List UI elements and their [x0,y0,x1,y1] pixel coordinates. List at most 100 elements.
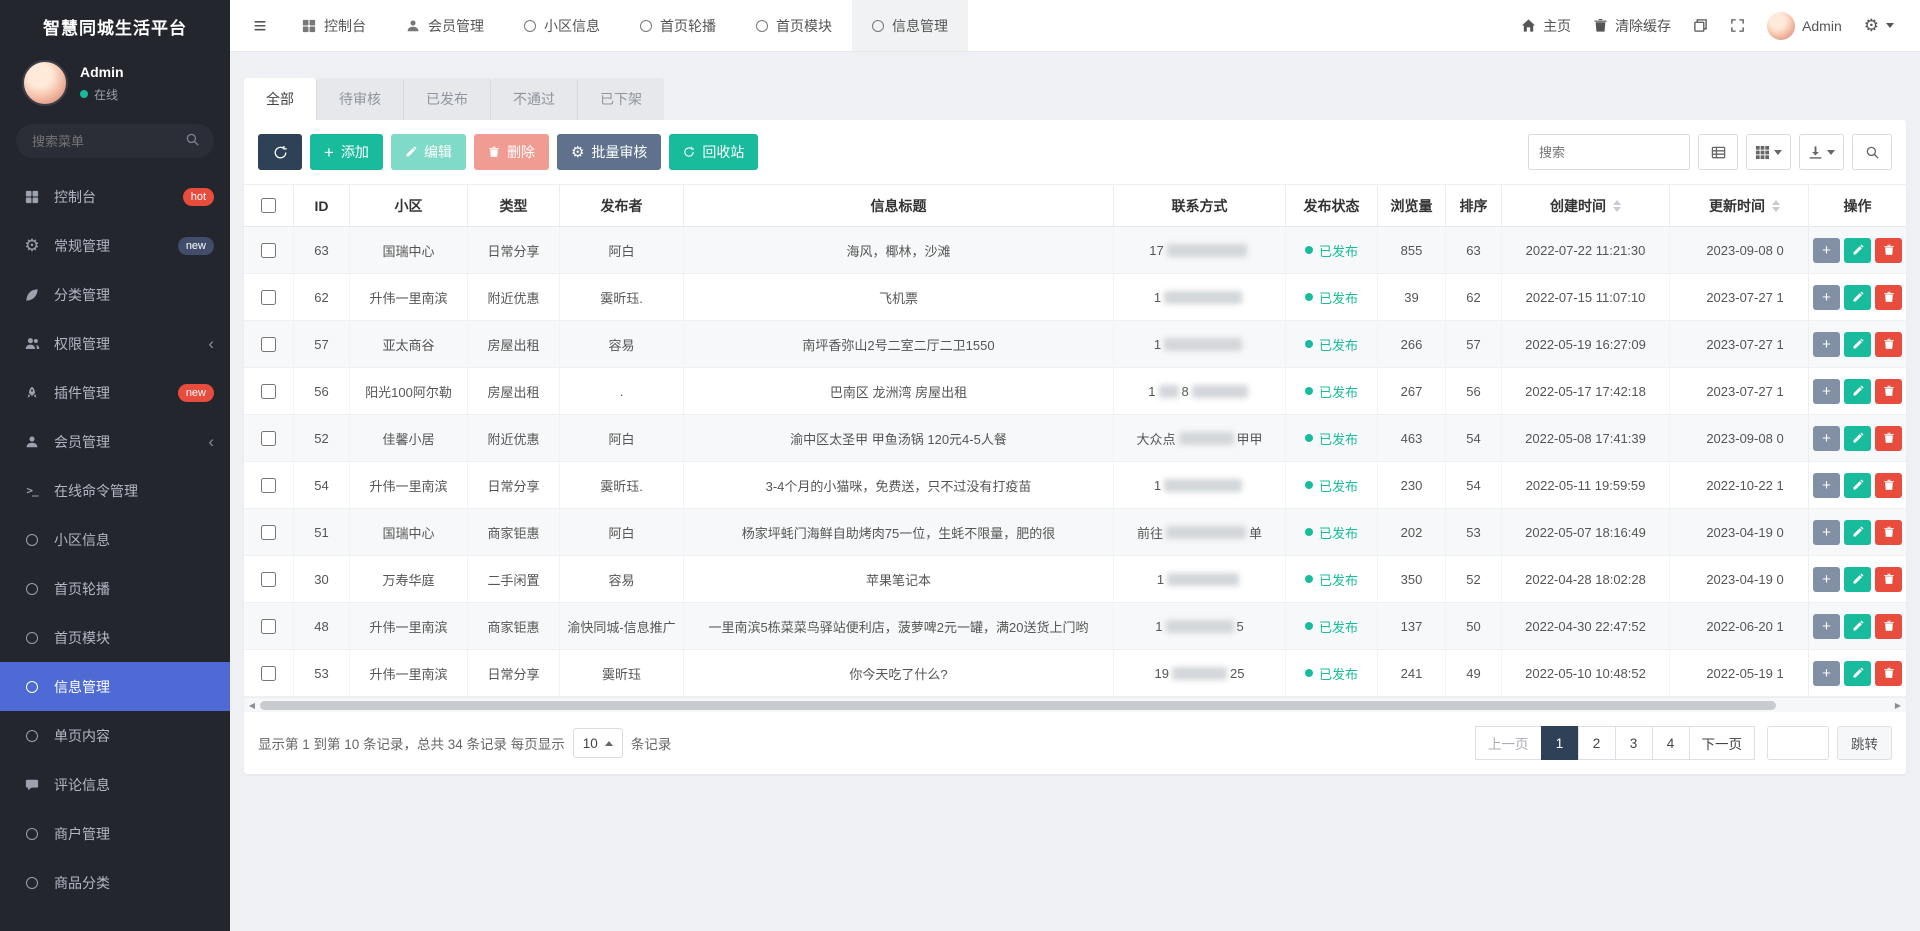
row-checkbox[interactable] [261,572,276,587]
row-delete-button[interactable] [1875,473,1902,498]
row-delete-button[interactable] [1875,332,1902,357]
row-edit-button[interactable] [1844,473,1871,498]
sidebar-item-小区信息[interactable]: 小区信息 [0,515,230,564]
nav-tab-控制台[interactable]: 控制台 [282,0,386,51]
row-checkbox[interactable] [261,243,276,258]
row-more-button[interactable]: + [1813,473,1840,498]
refresh-button[interactable] [258,134,302,170]
row-delete-button[interactable] [1875,426,1902,451]
sidebar-item-在线命令管理[interactable]: >_在线命令管理 [0,466,230,515]
sort-icon[interactable] [1613,200,1621,212]
sidebar-item-首页模块[interactable]: 首页模块 [0,613,230,662]
row-delete-button[interactable] [1875,661,1902,686]
row-more-button[interactable]: + [1813,238,1840,263]
row-checkbox[interactable] [261,666,276,681]
row-edit-button[interactable] [1844,285,1871,310]
row-edit-button[interactable] [1844,567,1871,592]
column-header-创建时间[interactable]: 创建时间 [1502,185,1670,226]
filter-tab-已下架[interactable]: 已下架 [578,78,664,120]
page-button-3[interactable]: 3 [1615,726,1653,760]
per-page-select[interactable]: 10 [573,728,623,758]
sort-icon[interactable] [1772,200,1780,212]
settings-button[interactable]: ⚙ [1864,17,1894,34]
delete-button[interactable]: 删除 [474,134,549,170]
next-page-button[interactable]: 下一页 [1689,726,1756,760]
row-checkbox[interactable] [261,337,276,352]
sidebar-item-单页内容[interactable]: 单页内容 [0,711,230,760]
row-delete-button[interactable] [1875,238,1902,263]
row-more-button[interactable]: + [1813,661,1840,686]
sidebar-item-信息管理[interactable]: 信息管理 [0,662,230,711]
table-scroll-area[interactable]: ID小区类型发布者信息标题联系方式发布状态浏览量排序创建时间更新时间 63国瑞中… [244,185,1808,697]
row-edit-button[interactable] [1844,332,1871,357]
page-button-1[interactable]: 1 [1541,726,1579,760]
menu-toggle-icon[interactable]: ≡ [238,13,282,39]
sidebar-item-插件管理[interactable]: 插件管理new [0,368,230,417]
filter-tab-待审核[interactable]: 待审核 [317,78,404,120]
export-button[interactable] [1799,134,1844,170]
row-edit-button[interactable] [1844,520,1871,545]
row-delete-button[interactable] [1875,379,1902,404]
page-jump-button[interactable]: 跳转 [1837,726,1892,760]
row-edit-button[interactable] [1844,614,1871,639]
filter-tab-已发布[interactable]: 已发布 [404,78,491,120]
column-header-更新时间[interactable]: 更新时间 [1670,185,1808,226]
sidebar-item-评论信息[interactable]: 评论信息 [0,760,230,809]
row-more-button[interactable]: + [1813,332,1840,357]
sidebar-item-商品分类[interactable]: 商品分类 [0,858,230,907]
add-button[interactable]: + 添加 [310,134,383,170]
sidebar-item-权限管理[interactable]: 权限管理‹ [0,319,230,368]
nav-tab-首页轮播[interactable]: 首页轮播 [620,0,736,51]
fullscreen-button[interactable] [1730,18,1745,33]
sidebar-item-商户管理[interactable]: 商户管理 [0,809,230,858]
table-search-input[interactable] [1528,134,1690,170]
horizontal-scrollbar[interactable]: ◀ ▶ [244,697,1906,712]
row-delete-button[interactable] [1875,614,1902,639]
page-button-2[interactable]: 2 [1578,726,1616,760]
window-switch-button[interactable] [1693,18,1708,33]
filter-tab-全部[interactable]: 全部 [244,78,317,120]
row-checkbox[interactable] [261,525,276,540]
view-toggle-button[interactable] [1698,134,1738,170]
row-checkbox[interactable] [261,619,276,634]
row-delete-button[interactable] [1875,285,1902,310]
edit-button[interactable]: 编辑 [391,134,466,170]
row-more-button[interactable]: + [1813,379,1840,404]
row-more-button[interactable]: + [1813,567,1840,592]
row-checkbox[interactable] [261,290,276,305]
page-jump-input[interactable] [1767,726,1829,760]
scrollbar-track[interactable] [260,700,1890,711]
batch-audit-button[interactable]: ⚙ 批量审核 [557,134,661,170]
user-avatar[interactable] [22,60,68,106]
sidebar-item-常规管理[interactable]: ⚙常规管理new [0,221,230,270]
sidebar-item-控制台[interactable]: 控制台hot [0,172,230,221]
select-all-checkbox[interactable] [261,198,276,213]
prev-page-button[interactable]: 上一页 [1475,726,1542,760]
row-more-button[interactable]: + [1813,285,1840,310]
row-edit-button[interactable] [1844,238,1871,263]
nav-tab-首页模块[interactable]: 首页模块 [736,0,852,51]
sidebar-item-分类管理[interactable]: 分类管理 [0,270,230,319]
row-more-button[interactable]: + [1813,426,1840,451]
row-edit-button[interactable] [1844,379,1871,404]
nav-tab-小区信息[interactable]: 小区信息 [504,0,620,51]
row-checkbox[interactable] [261,478,276,493]
nav-tab-会员管理[interactable]: 会员管理 [386,0,504,51]
sidebar-item-会员管理[interactable]: 会员管理‹ [0,417,230,466]
row-more-button[interactable]: + [1813,520,1840,545]
home-link[interactable]: 主页 [1521,16,1571,36]
columns-button[interactable] [1746,134,1791,170]
row-checkbox[interactable] [261,384,276,399]
row-edit-button[interactable] [1844,426,1871,451]
row-edit-button[interactable] [1844,661,1871,686]
scroll-left-icon[interactable]: ◀ [244,701,260,710]
scrollbar-thumb[interactable] [260,701,1776,710]
navbar-user[interactable]: Admin [1767,12,1842,40]
filter-tab-不通过[interactable]: 不通过 [491,78,578,120]
row-delete-button[interactable] [1875,567,1902,592]
row-checkbox[interactable] [261,431,276,446]
row-delete-button[interactable] [1875,520,1902,545]
sidebar-item-首页轮播[interactable]: 首页轮播 [0,564,230,613]
nav-tab-信息管理[interactable]: 信息管理 [852,0,968,51]
search-button[interactable] [1852,134,1892,170]
